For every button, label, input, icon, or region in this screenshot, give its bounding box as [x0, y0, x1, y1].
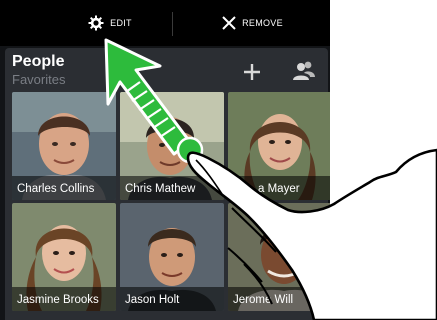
remove-label: REMOVE	[242, 18, 283, 28]
action-bar: EDIT REMOVE	[0, 0, 330, 46]
phone-screen: EDIT REMOVE People Favorites Charles Col…	[0, 0, 330, 320]
plus-icon[interactable]	[242, 62, 262, 82]
contact-tile[interactable]: Charles Collins	[12, 92, 116, 200]
edit-button[interactable]: EDIT	[55, 0, 165, 46]
contact-tile[interactable]: a Mayer	[228, 92, 330, 200]
people-icon[interactable]	[292, 60, 316, 82]
widget-subtitle: Favorites	[12, 72, 66, 87]
close-icon	[222, 16, 236, 30]
contact-tile[interactable]: Chris Mathew	[120, 92, 224, 200]
contact-name: Charles Collins	[17, 183, 95, 195]
screenshot-stage: EDIT REMOVE People Favorites Charles Col…	[0, 0, 437, 320]
gear-icon	[88, 15, 104, 31]
widget-title: People	[12, 53, 65, 70]
contact-tile[interactable]: Jasmine Brooks	[12, 203, 116, 311]
remove-button[interactable]: REMOVE	[185, 0, 320, 46]
contact-name: Jasmine Brooks	[17, 294, 99, 306]
contact-tile[interactable]: Jerome Will	[228, 203, 330, 311]
contact-tile[interactable]: Jason Holt	[120, 203, 224, 311]
contact-name: a Mayer	[258, 183, 300, 195]
contact-name: Jason Holt	[125, 294, 180, 306]
action-divider	[172, 12, 173, 36]
contact-name: Jerome Will	[233, 294, 294, 306]
contact-name: Chris Mathew	[125, 183, 196, 195]
edit-label: EDIT	[110, 18, 132, 28]
